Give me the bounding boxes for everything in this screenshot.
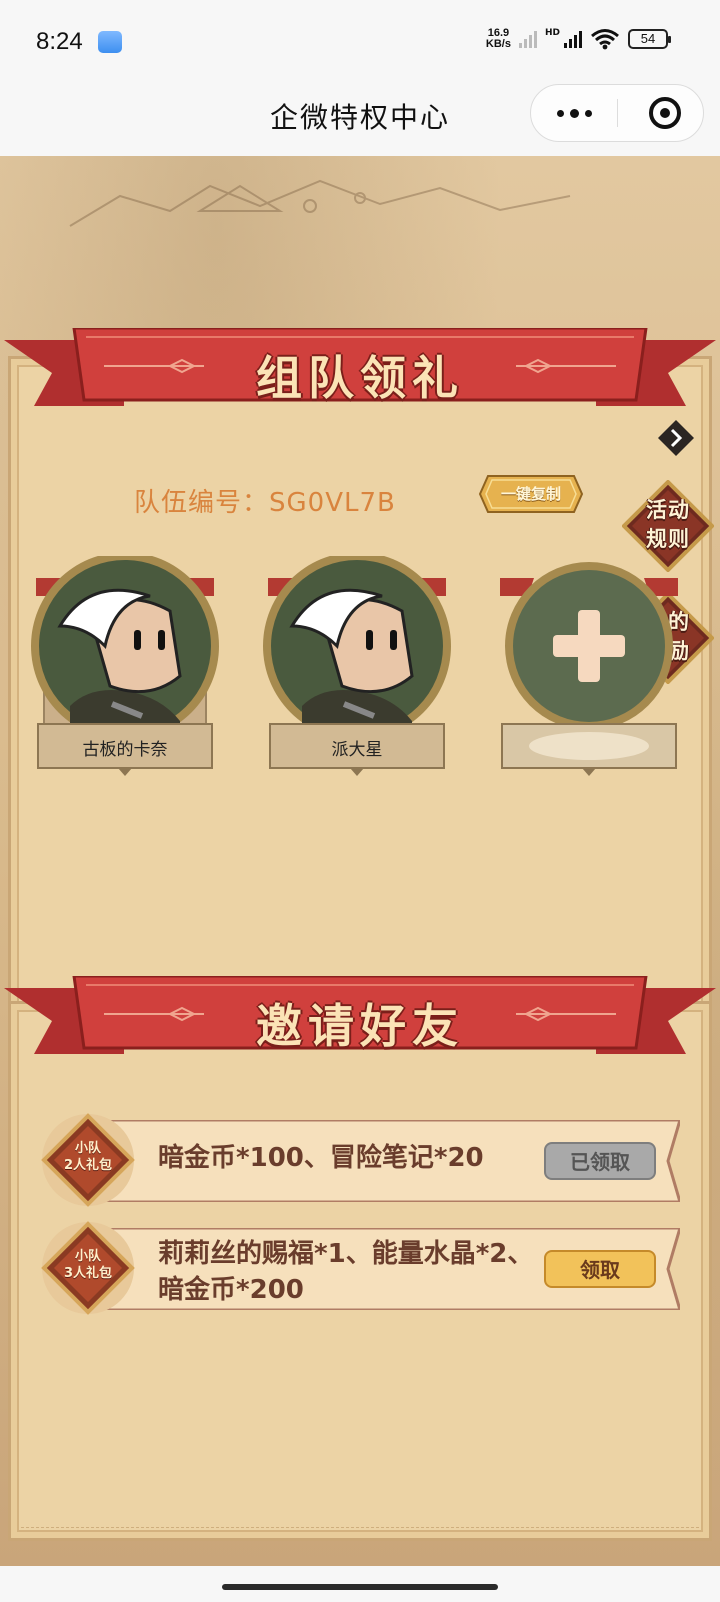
weather-app-icon bbox=[98, 31, 122, 53]
chevron-right-icon[interactable] bbox=[656, 418, 696, 458]
more-dots-icon[interactable] bbox=[531, 85, 617, 141]
hd-icon: HD bbox=[544, 28, 560, 38]
wifi-icon bbox=[591, 29, 619, 50]
capsule-menu bbox=[530, 84, 704, 142]
invite-banner: 邀请好友 bbox=[4, 974, 716, 1072]
team-member-slot-2[interactable]: 派大星 bbox=[262, 556, 452, 776]
battery-icon: 54 bbox=[628, 29, 671, 49]
network-speed: 16.9 KB/s bbox=[485, 27, 511, 50]
member-name: 古板的卡奈 bbox=[82, 740, 168, 760]
copy-team-number-button[interactable]: 一键复制 bbox=[478, 474, 584, 514]
mini-program-title-bar: 企微特权中心 bbox=[0, 80, 720, 156]
mini-program-close-icon[interactable] bbox=[649, 97, 681, 129]
activity-rules-label: 活动 规则 bbox=[646, 498, 690, 551]
signal-sim2-icon bbox=[518, 30, 537, 48]
invite-banner-title: 邀请好友 bbox=[256, 999, 464, 1053]
gift-row-2-person: 小队 2人礼包 暗金币*100、冒险笔记*20 已领取 bbox=[40, 1113, 680, 1212]
claim-button[interactable]: 领取 bbox=[544, 1250, 656, 1288]
gift-reward-text: 莉莉丝的赐福*1、能量水晶*2、 暗金币*200 bbox=[158, 1239, 534, 1305]
copy-button-label: 一键复制 bbox=[500, 485, 561, 503]
gift-reward-text: 暗金币*100、冒险笔记*20 bbox=[158, 1143, 484, 1173]
team-number: 队伍编号：SG0VL7B bbox=[134, 488, 396, 518]
signal-sim1-icon bbox=[564, 30, 582, 48]
game-canvas: 组队领礼 队伍编号：SG0VL7B 一键复制 活动 规则 我的 奖励 bbox=[0, 156, 720, 1566]
capsule-divider bbox=[617, 99, 618, 127]
team-member-slot-1[interactable]: 古板的卡奈 bbox=[30, 556, 220, 776]
team-banner-title: 组队领礼 bbox=[256, 351, 464, 405]
member-name: 派大星 bbox=[331, 740, 383, 760]
team-banner: 组队领礼 bbox=[4, 326, 716, 424]
gift-badge: 小队 3人礼包 bbox=[40, 1220, 136, 1316]
gift-badge: 小队 2人礼包 bbox=[40, 1112, 136, 1208]
gift-row-3-person: 小队 3人礼包 莉莉丝的赐福*1、能量水晶*2、 暗金币*200 领取 bbox=[40, 1221, 680, 1320]
add-member-slot[interactable] bbox=[494, 556, 684, 776]
home-indicator[interactable] bbox=[222, 1584, 498, 1590]
status-bar: 8:24 16.9 KB/s HD 54 bbox=[0, 0, 720, 80]
add-member-plus-icon bbox=[500, 562, 678, 776]
claimed-button[interactable]: 已领取 bbox=[544, 1142, 656, 1180]
status-time: 8:24 bbox=[36, 28, 83, 55]
background-sketch bbox=[69, 179, 571, 227]
status-icons: 16.9 KB/s HD 54 bbox=[485, 27, 671, 50]
